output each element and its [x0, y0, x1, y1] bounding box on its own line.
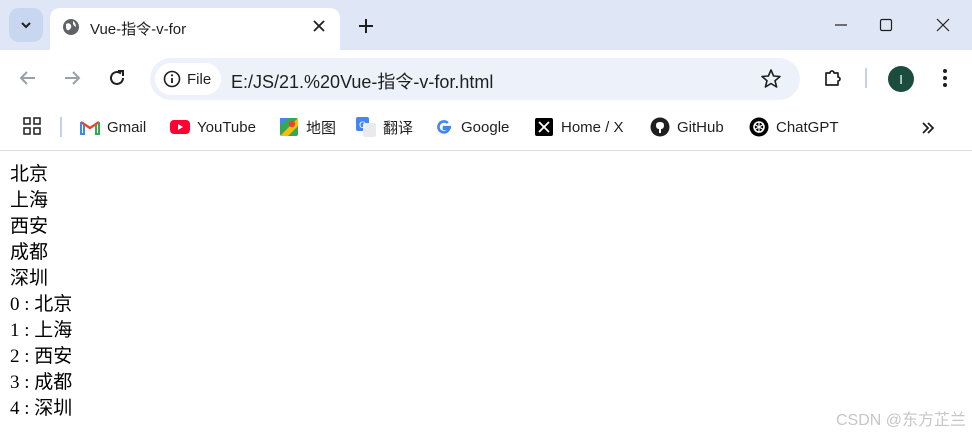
translate-icon: G [356, 117, 376, 137]
watermark: CSDN @东方芷兰 [835, 412, 966, 429]
bookmark-label: 翻译 [383, 119, 414, 137]
indexed-city-item: 3 : 成都 [10, 372, 73, 393]
bookmarks-divider [60, 117, 62, 137]
reload-button[interactable] [101, 62, 133, 94]
bookmark-youtube[interactable]: YouTube [170, 114, 256, 140]
bookmark-maps[interactable]: 地图 [279, 114, 336, 140]
reload-icon [110, 70, 124, 85]
menu-button[interactable] [929, 62, 961, 94]
back-button[interactable] [12, 62, 44, 94]
indexed-city-item: 4 : 深圳 [10, 398, 73, 419]
more-bookmarks-button[interactable] [916, 116, 940, 140]
apps-grid-icon[interactable] [22, 116, 42, 136]
profile-avatar[interactable]: I [888, 66, 914, 92]
indexed-city-item: 1 : 上海 [10, 320, 73, 341]
forward-arrow-icon [65, 71, 81, 85]
bookmark-label: YouTube [197, 118, 256, 136]
google-icon [434, 117, 454, 137]
close-tab-button[interactable] [310, 17, 328, 35]
tab-strip: Vue-指令-v-for [0, 0, 972, 50]
bookmark-label: GitHub [677, 118, 724, 136]
bookmark-label: Home / X [561, 118, 624, 136]
close-window-button[interactable] [920, 8, 966, 42]
bookmark-label: Gmail [107, 118, 147, 136]
url-text[interactable]: E:/JS/21.%20Vue-指令-v-for.html [231, 68, 493, 94]
svg-text:G: G [359, 121, 366, 131]
page-content: 北京 上海 西安 成都 深圳 0 : 北京 1 : 上海 2 : 西安 3 : … [10, 162, 72, 422]
forward-button[interactable] [56, 62, 88, 94]
bookmark-star-icon[interactable] [760, 68, 782, 90]
youtube-icon [170, 117, 190, 137]
kebab-menu-icon [943, 69, 947, 87]
bookmark-label: ChatGPT [776, 118, 839, 136]
x-icon [534, 117, 554, 137]
city-item: 成都 [10, 242, 49, 263]
address-bar[interactable]: File E:/JS/21.%20Vue-指令-v-for.html [150, 58, 800, 100]
active-tab[interactable]: Vue-指令-v-for [50, 8, 340, 50]
github-icon [650, 117, 670, 137]
bookmark-chatgpt[interactable]: ChatGPT [749, 114, 839, 140]
toolbar-separator [865, 68, 867, 88]
city-item: 上海 [10, 190, 49, 211]
minimize-button[interactable] [818, 8, 864, 42]
bookmark-google[interactable]: Google [434, 114, 509, 140]
indexed-city-item: 0 : 北京 [10, 294, 73, 315]
site-chip-label: File [187, 70, 212, 88]
maximize-button[interactable] [863, 8, 909, 42]
chevron-down-icon [21, 22, 31, 29]
city-item: 西安 [10, 216, 49, 237]
chatgpt-icon [749, 117, 769, 137]
gmail-icon [80, 117, 100, 137]
plus-icon [359, 19, 373, 33]
bookmark-home-x[interactable]: Home / X [534, 114, 624, 140]
toolbar: File E:/JS/21.%20Vue-指令-v-for.html [0, 50, 972, 106]
bookmark-label: 地图 [306, 119, 337, 137]
back-arrow-icon [19, 71, 35, 85]
indexed-city-item: 2 : 西安 [10, 346, 73, 367]
bookmark-label: Google [461, 118, 510, 136]
double-chevron-right-icon [922, 122, 935, 134]
city-item: 北京 [10, 164, 49, 185]
extensions-button[interactable] [817, 62, 849, 94]
maximize-icon [879, 18, 893, 32]
bookmark-gmail[interactable]: Gmail [80, 114, 146, 140]
maps-icon [279, 117, 299, 137]
puzzle-icon [825, 70, 841, 86]
close-window-icon [936, 18, 950, 32]
browser-chrome: Vue-指令-v-for File E:/JS/21.%20Vue-指令-v-f… [0, 0, 972, 151]
city-item: 深圳 [10, 268, 49, 289]
tab-search-button[interactable] [9, 8, 43, 42]
site-info-chip[interactable]: File [155, 63, 221, 95]
minimize-icon [835, 24, 847, 26]
globe-icon [63, 19, 79, 35]
info-icon [163, 70, 181, 88]
close-icon [313, 20, 325, 32]
bookmarks-bar: Gmail YouTube 地图 G 翻译 Google Home / X Gi… [0, 106, 972, 151]
bookmark-translate[interactable]: G 翻译 [356, 114, 413, 140]
new-tab-button[interactable] [352, 12, 380, 40]
tab-title: Vue-指令-v-for [90, 21, 187, 38]
bookmark-github[interactable]: GitHub [650, 114, 724, 140]
